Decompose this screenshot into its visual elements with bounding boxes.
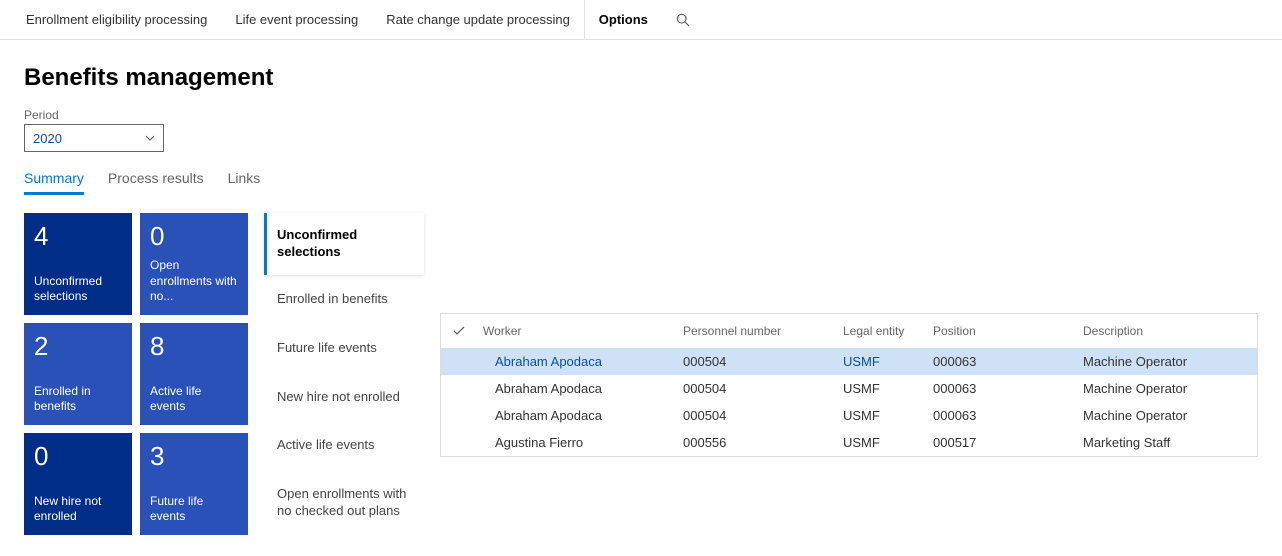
tile-count: 2 <box>34 333 122 359</box>
cell-position: 000063 <box>933 381 1083 396</box>
cell-personnel: 000556 <box>683 435 843 450</box>
top-toolbar: Enrollment eligibility processing Life e… <box>0 0 1282 40</box>
tile-active-life-events[interactable]: 8 Active life events <box>140 323 248 425</box>
period-value: 2020 <box>33 131 62 146</box>
tile-count: 8 <box>150 333 238 359</box>
toolbar-enrollment-eligibility[interactable]: Enrollment eligibility processing <box>12 0 221 39</box>
tile-label: Enrolled in benefits <box>34 384 122 415</box>
toolbar-life-event[interactable]: Life event processing <box>221 0 372 39</box>
col-position[interactable]: Position <box>933 324 1083 338</box>
tile-enrolled-benefits[interactable]: 2 Enrolled in benefits <box>24 323 132 425</box>
tile-label: Future life events <box>150 494 238 525</box>
tab-process-results[interactable]: Process results <box>108 170 204 195</box>
table-row[interactable]: Agustina Fierro 000556 USMF 000517 Marke… <box>441 429 1257 456</box>
period-label: Period <box>24 108 1258 122</box>
table-header: Worker Personnel number Legal entity Pos… <box>441 314 1257 348</box>
period-section: Period 2020 <box>24 108 1258 152</box>
tile-label: Unconfirmed selections <box>34 274 122 305</box>
search-icon[interactable] <box>662 13 704 27</box>
tiles-grid: 4 Unconfirmed selections 0 Open enrollme… <box>24 213 248 535</box>
cell-worker[interactable]: Agustina Fierro <box>483 435 683 450</box>
cell-position: 000063 <box>933 354 1083 369</box>
category-active-life[interactable]: Active life events <box>264 421 424 470</box>
cell-legal[interactable]: USMF <box>843 354 933 369</box>
cell-legal[interactable]: USMF <box>843 435 933 450</box>
tile-open-enrollments[interactable]: 0 Open enrollments with no... <box>140 213 248 315</box>
table-row[interactable]: Abraham Apodaca 000504 USMF 000063 Machi… <box>441 402 1257 429</box>
category-unconfirmed[interactable]: Unconfirmed selections <box>264 213 424 275</box>
cell-position: 000063 <box>933 408 1083 423</box>
cell-personnel: 000504 <box>683 354 843 369</box>
cell-worker[interactable]: Abraham Apodaca <box>483 408 683 423</box>
tile-label: Active life events <box>150 384 238 415</box>
cell-personnel: 000504 <box>683 381 843 396</box>
cell-legal[interactable]: USMF <box>843 381 933 396</box>
tile-future-life-events[interactable]: 3 Future life events <box>140 433 248 535</box>
cell-worker[interactable]: Abraham Apodaca <box>483 354 683 369</box>
cell-description: Marketing Staff <box>1083 435 1257 450</box>
tile-count: 3 <box>150 443 238 469</box>
cell-worker[interactable]: Abraham Apodaca <box>483 381 683 396</box>
table-row[interactable]: Abraham Apodaca 000504 USMF 000063 Machi… <box>441 375 1257 402</box>
table-row[interactable]: Abraham Apodaca 000504 USMF 000063 Machi… <box>441 348 1257 375</box>
cell-description: Machine Operator <box>1083 381 1257 396</box>
page-title: Benefits management <box>24 64 1258 92</box>
tab-links[interactable]: Links <box>228 170 261 195</box>
tile-label: New hire not enrolled <box>34 494 122 525</box>
tile-unconfirmed-selections[interactable]: 4 Unconfirmed selections <box>24 213 132 315</box>
main-content: Benefits management Period 2020 Summary … <box>0 40 1282 548</box>
col-description[interactable]: Description <box>1083 324 1257 338</box>
category-list: Unconfirmed selections Enrolled in benef… <box>264 213 424 536</box>
tile-count: 0 <box>34 443 122 469</box>
tile-count: 0 <box>150 223 238 249</box>
period-dropdown[interactable]: 2020 <box>24 124 164 152</box>
chevron-down-icon <box>145 135 155 141</box>
cell-legal[interactable]: USMF <box>843 408 933 423</box>
col-legal[interactable]: Legal entity <box>843 324 933 338</box>
category-new-hire[interactable]: New hire not enrolled <box>264 373 424 422</box>
tab-summary[interactable]: Summary <box>24 170 84 195</box>
col-worker[interactable]: Worker <box>483 324 683 338</box>
summary-content: 4 Unconfirmed selections 0 Open enrollme… <box>24 213 1258 536</box>
check-icon[interactable] <box>453 326 483 336</box>
category-future-life[interactable]: Future life events <box>264 324 424 373</box>
tile-count: 4 <box>34 223 122 249</box>
toolbar-options[interactable]: Options <box>584 0 662 39</box>
col-personnel[interactable]: Personnel number <box>683 324 843 338</box>
cell-personnel: 000504 <box>683 408 843 423</box>
tabs: Summary Process results Links <box>24 170 1258 195</box>
data-table: Worker Personnel number Legal entity Pos… <box>440 313 1258 457</box>
cell-description: Machine Operator <box>1083 408 1257 423</box>
toolbar-rate-change[interactable]: Rate change update processing <box>372 0 584 39</box>
category-open-enrollments[interactable]: Open enrollments with no checked out pla… <box>264 470 424 536</box>
tile-new-hire[interactable]: 0 New hire not enrolled <box>24 433 132 535</box>
cell-description: Machine Operator <box>1083 354 1257 369</box>
category-enrolled[interactable]: Enrolled in benefits <box>264 275 424 324</box>
cell-position: 000517 <box>933 435 1083 450</box>
tile-label: Open enrollments with no... <box>150 258 238 305</box>
